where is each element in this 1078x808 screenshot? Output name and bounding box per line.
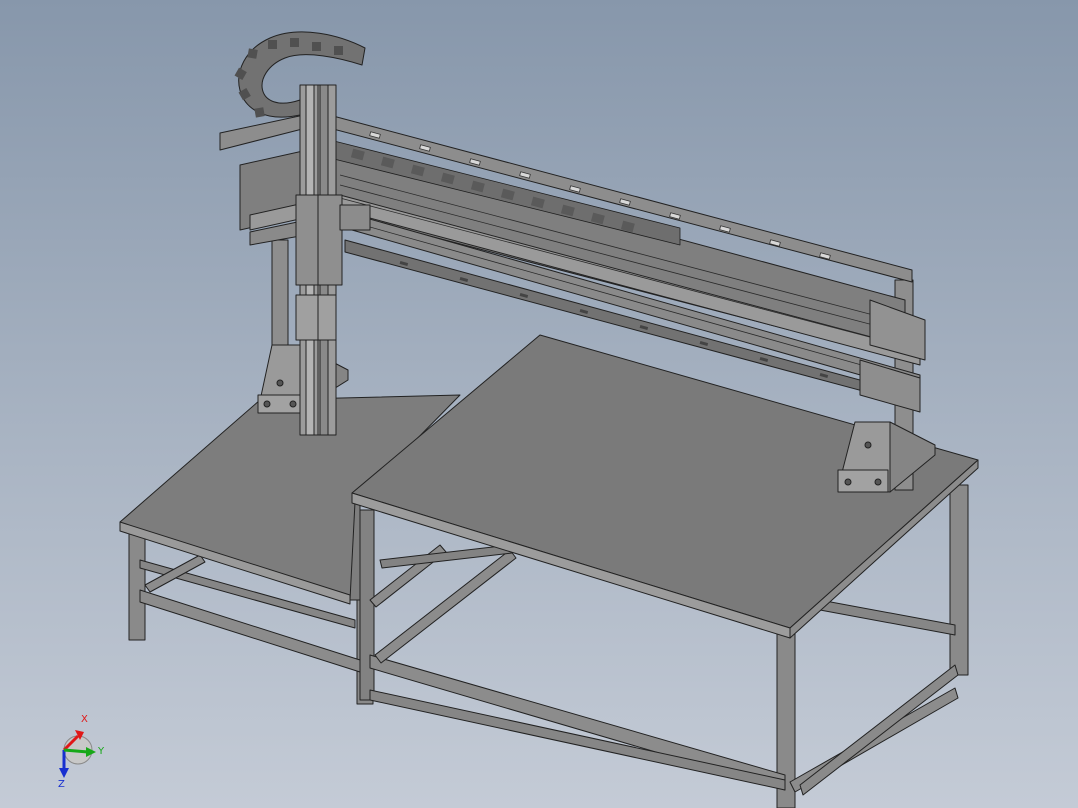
y-axis-arrow xyxy=(63,748,89,754)
z-axis-label: Z xyxy=(58,779,65,788)
z-axis-slide xyxy=(295,84,371,436)
gantry-model[interactable] xyxy=(0,0,1078,808)
orientation-triad[interactable]: X Y Z xyxy=(48,708,118,788)
cad-viewport[interactable]: X Y Z xyxy=(0,0,1078,808)
x-axis-label: X xyxy=(81,714,88,725)
y-axis-label: Y xyxy=(97,746,105,757)
